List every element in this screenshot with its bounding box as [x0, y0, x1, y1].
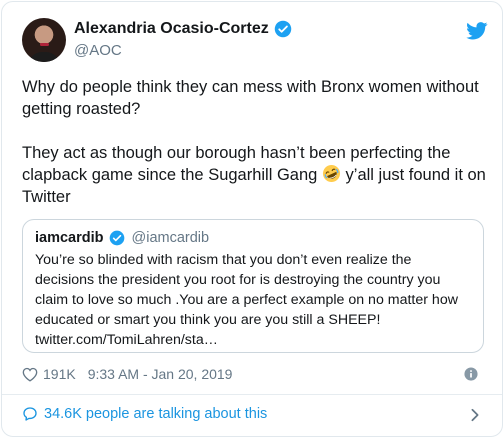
- quoted-author-handle: @iamcardib: [131, 230, 210, 246]
- quoted-tweet[interactable]: iamcardib @iamcardib You’re so blinded w…: [22, 219, 484, 353]
- tweet-meta: 191K 9:33 AM - Jan 20, 2019: [22, 366, 486, 382]
- tweet-body: Why do people think they can mess with B…: [22, 76, 492, 208]
- quoted-tweet-text: You’re so blinded with racism that you d…: [35, 252, 458, 348]
- author-display-name[interactable]: Alexandria Ocasio-Cortez: [74, 20, 269, 38]
- conversation-link[interactable]: 34.6K people are talking about this: [22, 406, 484, 422]
- author-avatar[interactable]: [22, 18, 66, 62]
- twitter-bird-icon[interactable]: [466, 22, 488, 40]
- info-icon[interactable]: [464, 367, 478, 381]
- speech-bubble-icon: [23, 407, 37, 421]
- quoted-author-name: iamcardib: [35, 230, 104, 246]
- author-name-row: Alexandria Ocasio-Cortez: [74, 20, 292, 38]
- tweet-timestamp[interactable]: 9:33 AM - Jan 20, 2019: [88, 366, 233, 382]
- conversation-count-text[interactable]: 34.6K people are talking about this: [44, 406, 267, 422]
- verified-badge-icon: [274, 20, 291, 38]
- tweet-paragraph-2: They act as though our borough hasn’t be…: [22, 142, 492, 208]
- verified-badge-icon: [109, 230, 124, 246]
- quoted-tweet-header: iamcardib @iamcardib: [35, 230, 471, 246]
- divider: [2, 394, 502, 395]
- tweet-card[interactable]: Alexandria Ocasio-Cortez @AOC Why do peo…: [1, 1, 503, 437]
- like-count[interactable]: 191K: [43, 366, 76, 382]
- heart-icon[interactable]: [22, 367, 38, 382]
- rolling-on-floor-laughing-emoji-icon: [322, 164, 340, 183]
- author-handle[interactable]: @AOC: [74, 42, 122, 59]
- tweet-paragraph-1: Why do people think they can mess with B…: [22, 78, 479, 118]
- chevron-right-icon[interactable]: [470, 408, 480, 422]
